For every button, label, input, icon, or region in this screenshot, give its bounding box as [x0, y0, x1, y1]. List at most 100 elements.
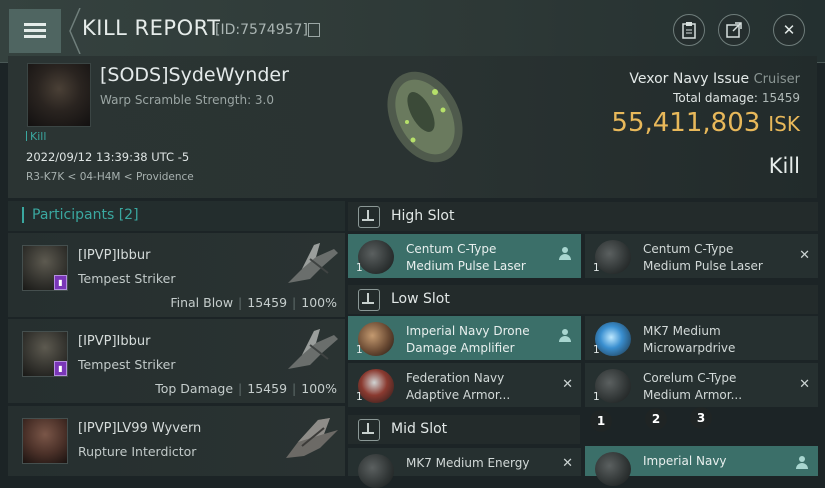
destroyed-icon[interactable]: ✕ — [799, 377, 810, 392]
mid-slot-header: Mid Slot — [348, 415, 580, 444]
module-item[interactable]: 1 Imperial Navy Drone Damage Amplifier — [348, 316, 581, 360]
pulse-laser-icon — [358, 240, 394, 274]
victim-summary: [SODS]SydeWynder Warp Scramble Strength:… — [8, 56, 817, 198]
total-damage: Total damage: 15459 — [673, 91, 800, 105]
close-button[interactable]: ✕ — [773, 14, 805, 46]
participant-stats: Final Blow | 15459 | 100% — [170, 295, 337, 310]
kill-datetime: 2022/09/12 13:39:38 UTC -5 — [26, 150, 190, 164]
faction-badge-icon: ▮ — [54, 275, 67, 290]
victim-ship-image[interactable] — [363, 62, 483, 172]
kill-location[interactable]: R3-K7K < 04-H4M < Providence — [26, 171, 194, 183]
hamburger-icon — [24, 23, 46, 39]
module-item[interactable]: 1 Corelum C-Type Medium Armor... ✕ — [585, 363, 818, 407]
module-quantity: 1 — [593, 391, 600, 403]
accent-bar — [22, 207, 24, 223]
kill-marker-icon — [26, 131, 27, 141]
module-name: MK7 Medium Energy — [406, 456, 530, 470]
total-damage-value: 15459 — [761, 91, 800, 105]
participant-row[interactable]: [IPVP]LV99 Wyvern Rupture Interdictor — [8, 406, 345, 476]
module-name: Corelum C-Type Medium Armor... — [643, 371, 743, 402]
mid-slot-label: Mid Slot — [391, 421, 448, 437]
faction-badge-icon: ▮ — [54, 361, 67, 376]
copy-icon[interactable] — [308, 23, 320, 37]
module-name: Centum C-Type Medium Pulse Laser — [406, 242, 526, 273]
kill-link-label: Kill — [30, 130, 47, 143]
step-marker: 1 — [590, 410, 612, 432]
armor-hardener-icon — [358, 369, 394, 403]
participant-role: Final Blow — [170, 295, 234, 310]
ship-class: Cruiser — [753, 72, 800, 87]
microwarpdrive-icon — [595, 322, 631, 356]
navy-module-icon — [595, 452, 631, 486]
clipboard-icon — [682, 22, 696, 39]
kill-link[interactable]: Kill — [26, 130, 46, 143]
participant-name: [IPVP]LV99 Wyvern — [78, 421, 202, 436]
user-icon[interactable] — [559, 247, 571, 261]
header-separator — [69, 8, 81, 54]
low-slot-label: Low Slot — [391, 291, 450, 307]
victim-name[interactable]: [SODS]SydeWynder — [100, 64, 289, 86]
participant-ship: Rupture Interdictor — [78, 444, 197, 459]
module-name: MK7 Medium Microwarpdrive — [643, 324, 736, 355]
module-item[interactable]: MK7 Medium Energy ✕ — [348, 448, 581, 488]
low-slot-header: Low Slot — [348, 285, 818, 314]
user-icon[interactable] — [796, 456, 808, 470]
participant-name: [IPVP]Ibbur — [78, 334, 151, 349]
participant-percent: 100% — [301, 381, 337, 396]
high-slot-header: High Slot — [348, 202, 818, 231]
step-marker: 2 — [645, 408, 667, 430]
ship-name: Vexor Navy Issue — [629, 71, 750, 87]
drone-amplifier-icon — [358, 322, 394, 356]
destroyed-icon[interactable]: ✕ — [799, 248, 810, 263]
close-icon: ✕ — [782, 21, 796, 39]
total-damage-label: Total damage: — [673, 91, 758, 105]
module-name: Imperial Navy Drone Damage Amplifier — [406, 324, 530, 355]
isk-unit: ISK — [768, 112, 800, 136]
share-button[interactable] — [718, 14, 750, 46]
clipboard-button[interactable] — [673, 14, 705, 46]
module-item[interactable]: 1 Centum C-Type Medium Pulse Laser — [348, 234, 581, 278]
kill-result: Kill — [768, 154, 800, 178]
participants-label: Participants — [32, 207, 115, 223]
destroyed-icon[interactable]: ✕ — [562, 377, 573, 392]
module-quantity: 1 — [593, 262, 600, 274]
kill-id: [ID:7574957] — [215, 22, 308, 38]
module-name: Centum C-Type Medium Pulse Laser — [643, 242, 763, 273]
pulse-laser-icon — [595, 240, 631, 274]
participants-title: Participants [2] — [32, 207, 139, 223]
module-name: Federation Navy Adaptive Armor... — [406, 371, 511, 402]
participant-ship-image — [288, 243, 338, 283]
participant-ship-image — [286, 418, 338, 458]
module-item[interactable]: 1 Centum C-Type Medium Pulse Laser ✕ — [585, 234, 818, 278]
victim-avatar[interactable] — [27, 63, 91, 127]
participants-panel: Participants [2] ▮ [IPVP]Ibbur Tempest S… — [8, 201, 345, 476]
module-quantity: 1 — [356, 391, 363, 403]
module-item[interactable]: 1 MK7 Medium Microwarpdrive — [585, 316, 818, 360]
warp-scramble-strength: Warp Scramble Strength: 3.0 — [100, 93, 275, 107]
armor-repairer-icon — [595, 369, 631, 403]
user-icon[interactable] — [559, 329, 571, 343]
participant-damage: 15459 — [247, 295, 288, 310]
participant-name: [IPVP]Ibbur — [78, 248, 151, 263]
victim-ship[interactable]: Vexor Navy Issue Cruiser — [629, 71, 800, 87]
energy-module-icon — [358, 454, 394, 488]
module-quantity: 1 — [593, 344, 600, 356]
participant-role: Top Damage — [155, 381, 234, 396]
mid-slot-icon — [358, 419, 380, 441]
participant-ship: Tempest Striker — [78, 271, 176, 286]
module-item[interactable]: Imperial Navy — [585, 446, 818, 486]
high-slot-icon — [358, 206, 380, 228]
low-slot-icon — [358, 289, 380, 311]
participants-header[interactable]: Participants [2] — [8, 201, 345, 231]
menu-button[interactable] — [9, 9, 61, 53]
module-item[interactable]: 1 Federation Navy Adaptive Armor... ✕ — [348, 363, 581, 407]
destroyed-icon[interactable]: ✕ — [562, 456, 573, 471]
step-marker: 3 — [690, 407, 712, 429]
isk-value: 55,411,803 ISK — [611, 108, 800, 138]
participant-row[interactable]: ▮ [IPVP]Ibbur Tempest Striker Final Blow… — [8, 233, 345, 317]
isk-amount: 55,411,803 — [611, 108, 761, 138]
participant-damage: 15459 — [247, 381, 288, 396]
participant-avatar[interactable] — [22, 418, 68, 464]
participant-percent: 100% — [301, 295, 337, 310]
participant-row[interactable]: ▮ [IPVP]Ibbur Tempest Striker Top Damage… — [8, 319, 345, 403]
